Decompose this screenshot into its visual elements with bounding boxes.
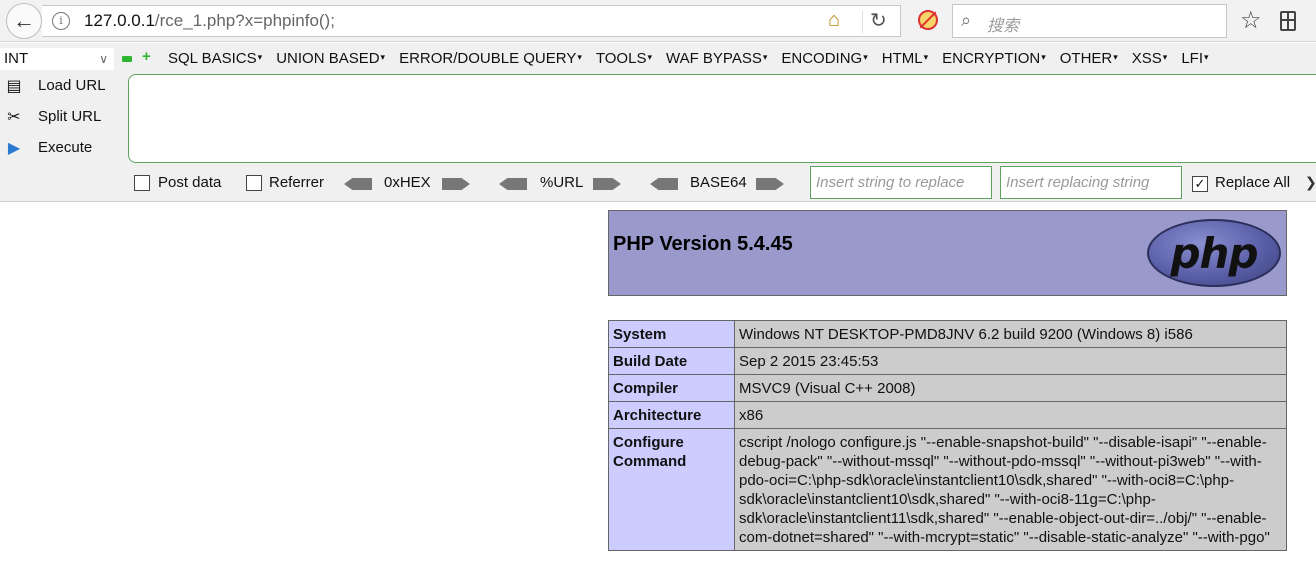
row-key: System: [608, 320, 735, 348]
minus-icon[interactable]: [122, 56, 132, 62]
chevron-down-icon: ∨: [99, 52, 108, 66]
base64-label: BASE64: [690, 174, 747, 191]
row-value: MSVC9 (Visual C++ 2008): [734, 374, 1287, 402]
back-arrow-icon[interactable]: ←: [6, 3, 42, 39]
base64-decode-arrow-icon[interactable]: [650, 178, 678, 190]
row-value: Sep 2 2015 23:45:53: [734, 347, 1287, 375]
replace-to-input[interactable]: Insert replacing string: [1000, 166, 1182, 199]
type-select-value: INT: [4, 50, 29, 67]
row-value: cscript /nologo configure.js "--enable-s…: [734, 428, 1287, 551]
menu-encryption[interactable]: ENCRYPTION: [942, 50, 1046, 67]
load-url-button[interactable]: ▤ Load URL: [0, 74, 122, 100]
phpinfo-header: PHP Version 5.4.45 php: [608, 210, 1287, 296]
hex-encode-arrow-icon[interactable]: [442, 178, 470, 190]
row-value: Windows NT DESKTOP-PMD8JNV 6.2 build 920…: [734, 320, 1287, 348]
base64-encode-arrow-icon[interactable]: [756, 178, 784, 190]
hackbar-url-textarea[interactable]: [128, 74, 1316, 163]
menu-union-based[interactable]: UNION BASED: [276, 50, 385, 67]
php-logo[interactable]: php: [1147, 219, 1281, 287]
url-separator: [862, 11, 863, 33]
home-icon[interactable]: ⌂: [828, 9, 840, 32]
url-host: 127.0.0.1: [84, 11, 155, 30]
browser-toolbar: ← i 127.0.0.1/rce_1.php?x=phpinfo(); ⌂ ↻…: [0, 0, 1316, 42]
split-url-label: Split URL: [38, 108, 102, 125]
referrer-label: Referrer: [269, 174, 325, 191]
post-data-checkbox[interactable]: [134, 175, 150, 191]
load-url-icon: ▤: [6, 78, 22, 95]
hex-decode-arrow-icon[interactable]: [344, 178, 372, 190]
split-url-button[interactable]: ✂ Split URL: [0, 105, 122, 131]
chevron-right-icon[interactable]: ❯: [1305, 174, 1316, 191]
hackbar-panel: INT ∨ + SQL BASICS UNION BASED ERROR/DOU…: [0, 43, 1316, 202]
load-url-label: Load URL: [38, 77, 106, 94]
menu-html[interactable]: HTML: [882, 50, 928, 67]
execute-icon: ▶: [7, 140, 21, 157]
menu-error-double-query[interactable]: ERROR/DOUBLE QUERY: [399, 50, 582, 67]
reader-view-icon[interactable]: [1280, 11, 1296, 31]
reload-icon[interactable]: ↻: [870, 8, 887, 33]
menu-tools[interactable]: TOOLS: [596, 50, 652, 67]
hackbar-menu-row: INT ∨ + SQL BASICS UNION BASED ERROR/DOU…: [0, 45, 1316, 71]
url-encode-arrow-icon[interactable]: [593, 178, 621, 190]
table-row: Build Date Sep 2 2015 23:45:53: [608, 347, 1287, 375]
menu-waf-bypass[interactable]: WAF BYPASS: [666, 50, 767, 67]
replace-from-input[interactable]: Insert string to replace: [810, 166, 992, 199]
search-bar[interactable]: ⌕ 搜索: [952, 4, 1227, 38]
execute-button[interactable]: ▶ Execute: [0, 136, 122, 162]
row-key: Build Date: [608, 347, 735, 375]
php-version-title: PHP Version 5.4.45: [613, 233, 793, 255]
post-data-label: Post data: [158, 174, 222, 191]
row-key: Architecture: [608, 401, 735, 429]
table-row: System Windows NT DESKTOP-PMD8JNV 6.2 bu…: [608, 320, 1287, 348]
table-row: Compiler MSVC9 (Visual C++ 2008): [608, 374, 1287, 402]
blocked-content-icon[interactable]: [918, 10, 938, 30]
url-encoding-label: %URL: [540, 174, 584, 191]
info-icon[interactable]: i: [52, 12, 70, 30]
row-key: Compiler: [608, 374, 735, 402]
row-value: x86: [734, 401, 1287, 429]
address-bar[interactable]: i 127.0.0.1/rce_1.php?x=phpinfo(); ⌂ ↻: [42, 5, 901, 37]
phpinfo-table: System Windows NT DESKTOP-PMD8JNV 6.2 bu…: [608, 320, 1287, 551]
hackbar-options-row: Post data Referrer 0xHEX %URL BASE64 Ins…: [0, 165, 1316, 201]
replace-all-label: Replace All: [1215, 174, 1291, 191]
menu-sql-basics[interactable]: SQL BASICS: [168, 50, 262, 67]
menu-other[interactable]: OTHER: [1060, 50, 1118, 67]
table-row: Architecture x86: [608, 401, 1287, 429]
replace-all-checkbox[interactable]: ✓: [1192, 176, 1208, 192]
referrer-checkbox[interactable]: [246, 175, 262, 191]
hackbar-menu: SQL BASICS UNION BASED ERROR/DOUBLE QUER…: [168, 50, 1223, 67]
star-icon[interactable]: ☆: [1240, 6, 1262, 35]
menu-encoding[interactable]: ENCODING: [781, 50, 867, 67]
url-decode-arrow-icon[interactable]: [499, 178, 527, 190]
row-key: Configure Command: [608, 428, 735, 551]
search-placeholder: 搜索: [987, 18, 1020, 35]
split-url-icon: ✂: [7, 109, 21, 126]
php-logo-text: php: [1170, 229, 1258, 278]
menu-xss[interactable]: XSS: [1132, 50, 1168, 67]
menu-lfi[interactable]: LFI: [1181, 50, 1208, 67]
hex-label: 0xHEX: [384, 174, 431, 191]
execute-label: Execute: [38, 139, 93, 156]
table-row: Configure Command cscript /nologo config…: [608, 428, 1287, 551]
url-path: /rce_1.php?x=phpinfo();: [154, 11, 335, 30]
search-icon: ⌕: [961, 10, 972, 30]
plus-icon[interactable]: +: [142, 49, 154, 64]
url-text[interactable]: 127.0.0.1/rce_1.php?x=phpinfo();: [84, 11, 335, 31]
type-select[interactable]: INT ∨: [0, 48, 114, 70]
